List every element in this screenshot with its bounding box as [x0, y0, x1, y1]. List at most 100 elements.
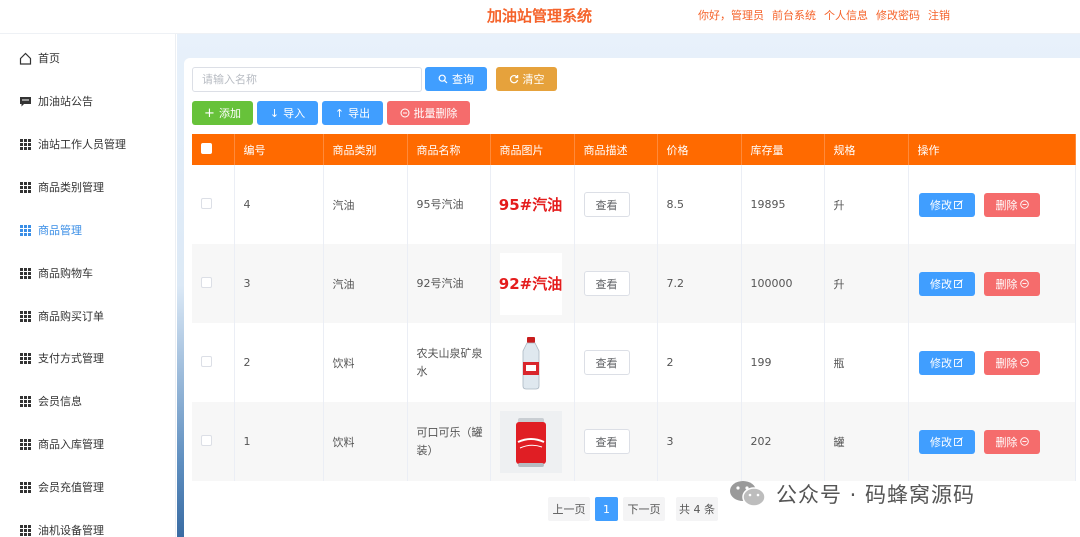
column-header: 商品图片	[490, 134, 575, 165]
minus-circle-icon	[1019, 437, 1029, 446]
view-description-button[interactable]: 查看	[583, 271, 630, 296]
sidebar-item-label: 商品入库管理	[38, 438, 104, 451]
import-button[interactable]: ↓ 导入	[257, 101, 318, 125]
wechat-icon	[730, 481, 766, 507]
sidebar-item-equipment[interactable]: 油机设备管理	[0, 515, 176, 537]
next-page-button[interactable]: 下一页	[623, 497, 665, 521]
batch-delete-button[interactable]: 批量删除	[387, 101, 470, 125]
site-title: 加油站管理系统	[487, 7, 593, 25]
grid-icon	[18, 437, 32, 451]
row-checkbox[interactable]	[201, 434, 212, 446]
delete-label: 删除	[995, 277, 1018, 291]
sidebar-item-label: 油机设备管理	[38, 524, 104, 537]
query-label: 查询	[452, 73, 474, 86]
edit-icon	[954, 200, 963, 209]
cell-price: 2	[657, 323, 742, 402]
search-input[interactable]	[192, 67, 422, 92]
sidebar-item-orders[interactable]: 商品购买订单	[0, 301, 176, 331]
edit-label: 修改	[930, 435, 952, 449]
sidebar-item-home[interactable]: 首页	[0, 43, 176, 73]
view-description-button[interactable]: 查看	[583, 192, 630, 217]
table-row: 2 饮料 农夫山泉矿泉水 查看 2 199 瓶 修改 删除	[192, 323, 1076, 402]
link-change-password[interactable]: 修改密码	[876, 7, 920, 23]
cell-name: 95号汽油	[407, 165, 491, 244]
minus-circle-icon	[1019, 279, 1029, 288]
sidebar-item-label: 支付方式管理	[38, 352, 104, 365]
cell-stock: 202	[741, 402, 825, 481]
batch-delete-label: 批量删除	[413, 107, 458, 120]
sidebar-item-products[interactable]: 商品管理	[0, 215, 176, 245]
cell-image: 92#汽油	[490, 244, 575, 323]
sidebar-item-label: 商品购物车	[38, 267, 93, 280]
sidebar-item-payment[interactable]: 支付方式管理	[0, 343, 176, 373]
sidebar-item-staff[interactable]: 油站工作人员管理	[0, 129, 176, 159]
column-header: 商品名称	[407, 134, 491, 165]
edit-button[interactable]: 修改	[918, 350, 975, 375]
sidebar-item-stock-in[interactable]: 商品入库管理	[0, 429, 176, 459]
link-logout[interactable]: 注销	[928, 7, 950, 23]
cell-category: 饮料	[323, 323, 408, 402]
greeting-text: 你好，管理员	[698, 9, 764, 22]
view-description-button[interactable]: 查看	[583, 429, 630, 454]
cell-id: 3	[234, 244, 324, 323]
cell-image	[490, 323, 575, 402]
row-checkbox[interactable]	[201, 197, 212, 209]
cell-stock: 199	[741, 323, 825, 402]
cell-stock: 100000	[741, 244, 825, 323]
water-bottle-icon	[522, 336, 539, 389]
import-label: 导入	[283, 107, 306, 120]
query-button[interactable]: 查询	[425, 67, 487, 91]
grid-icon	[18, 266, 32, 280]
delete-button[interactable]: 删除	[984, 350, 1040, 375]
grid-icon	[18, 480, 32, 494]
cell-id: 2	[234, 323, 324, 402]
edit-button[interactable]: 修改	[918, 192, 975, 217]
sidebar-item-cart[interactable]: 商品购物车	[0, 258, 176, 288]
sidebar-item-category[interactable]: 商品类别管理	[0, 172, 176, 202]
row-checkbox[interactable]	[201, 276, 212, 288]
sidebar-item-label: 商品类别管理	[38, 181, 104, 194]
row-checkbox[interactable]	[201, 355, 212, 367]
cell-name: 可口可乐（罐装）	[407, 402, 491, 481]
add-label: 添加	[218, 107, 241, 120]
edit-label: 修改	[930, 356, 952, 370]
link-frontend[interactable]: 前台系统	[772, 7, 816, 23]
column-header: 商品描述	[574, 134, 658, 165]
header-links: 你好，管理员 前台系统 个人信息 修改密码 注销	[698, 7, 950, 23]
refresh-icon	[509, 74, 518, 84]
plus-icon: +	[204, 105, 215, 121]
sidebar-item-label: 会员信息	[38, 395, 82, 408]
cell-unit: 瓶	[824, 323, 909, 402]
page-number-button[interactable]: 1	[595, 497, 618, 521]
product-table: 编号 商品类别 商品名称 商品图片 商品描述 价格 库存量 规格 操作 4 汽油…	[192, 134, 1076, 481]
delete-button[interactable]: 删除	[984, 192, 1040, 217]
sidebar-item-label: 商品管理	[38, 224, 82, 237]
cell-unit: 升	[824, 165, 909, 244]
add-button[interactable]: + 添加	[192, 101, 253, 125]
cell-price: 8.5	[657, 165, 742, 244]
grid-icon	[18, 351, 32, 365]
select-all-checkbox[interactable]	[201, 142, 212, 154]
edit-button[interactable]: 修改	[918, 429, 975, 454]
sidebar-item-label: 油站工作人员管理	[38, 138, 126, 151]
sidebar-item-announcement[interactable]: 加油站公告	[0, 86, 176, 116]
export-button[interactable]: ↑ 导出	[322, 101, 383, 125]
clear-button[interactable]: 清空	[496, 67, 557, 91]
cell-category: 汽油	[323, 165, 408, 244]
column-header: 规格	[824, 134, 909, 165]
prev-page-button[interactable]: 上一页	[548, 497, 590, 521]
link-profile[interactable]: 个人信息	[824, 7, 868, 23]
minus-circle-icon	[400, 108, 409, 118]
grid-icon	[18, 309, 32, 323]
cell-id: 4	[234, 165, 324, 244]
grid-icon	[18, 180, 32, 194]
edit-button[interactable]: 修改	[918, 271, 975, 296]
cell-stock: 19895	[741, 165, 825, 244]
sidebar-item-members[interactable]: 会员信息	[0, 386, 176, 416]
cell-id: 1	[234, 402, 324, 481]
sidebar-item-recharge[interactable]: 会员充值管理	[0, 472, 176, 502]
cell-image	[490, 402, 575, 481]
delete-button[interactable]: 删除	[984, 271, 1040, 296]
view-description-button[interactable]: 查看	[583, 350, 630, 375]
delete-button[interactable]: 删除	[984, 429, 1040, 454]
